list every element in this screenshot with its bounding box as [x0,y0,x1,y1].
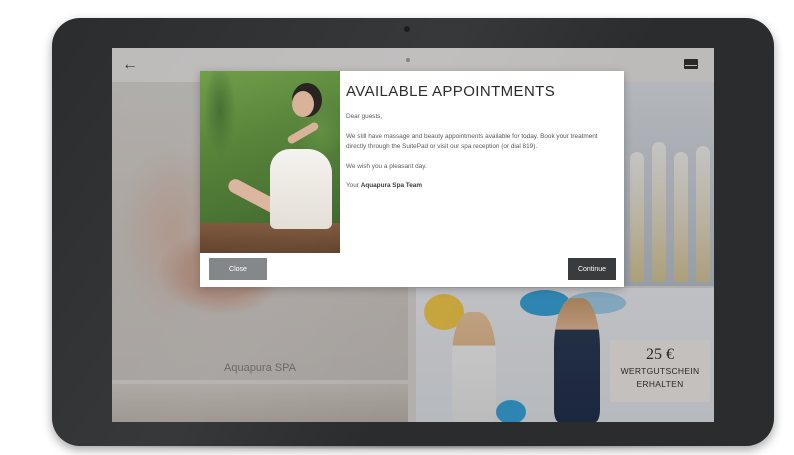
front-camera [404,26,410,32]
modal-message: We still have massage and beauty appoint… [346,132,598,151]
photo-arm [286,121,320,145]
signoff-prefix: Your [346,182,359,189]
continue-button[interactable]: Continue [568,258,616,280]
photo-head [292,91,314,117]
spa-woman-photo [200,71,340,253]
modal-greeting: Dear guests, [346,113,383,120]
photo-dress [270,149,332,229]
modal-title: AVAILABLE APPOINTMENTS [346,83,556,100]
tablet-screen: ← Aquapura SPA 25 € WERTGUTSCHEIN ERHALT… [112,48,714,422]
appointments-modal: AVAILABLE APPOINTMENTS Dear guests, We s… [200,71,624,287]
modal-content: AVAILABLE APPOINTMENTS Dear guests, We s… [346,83,616,201]
modal-signoff: Your Aquapura Spa Team [346,181,616,192]
modal-body: Dear guests, We still have massage and b… [346,112,616,192]
close-button[interactable]: Close [209,258,267,280]
signoff-brand: Aquapura Spa Team [360,182,423,189]
modal-wish: We wish you a pleasant day. [346,162,427,170]
